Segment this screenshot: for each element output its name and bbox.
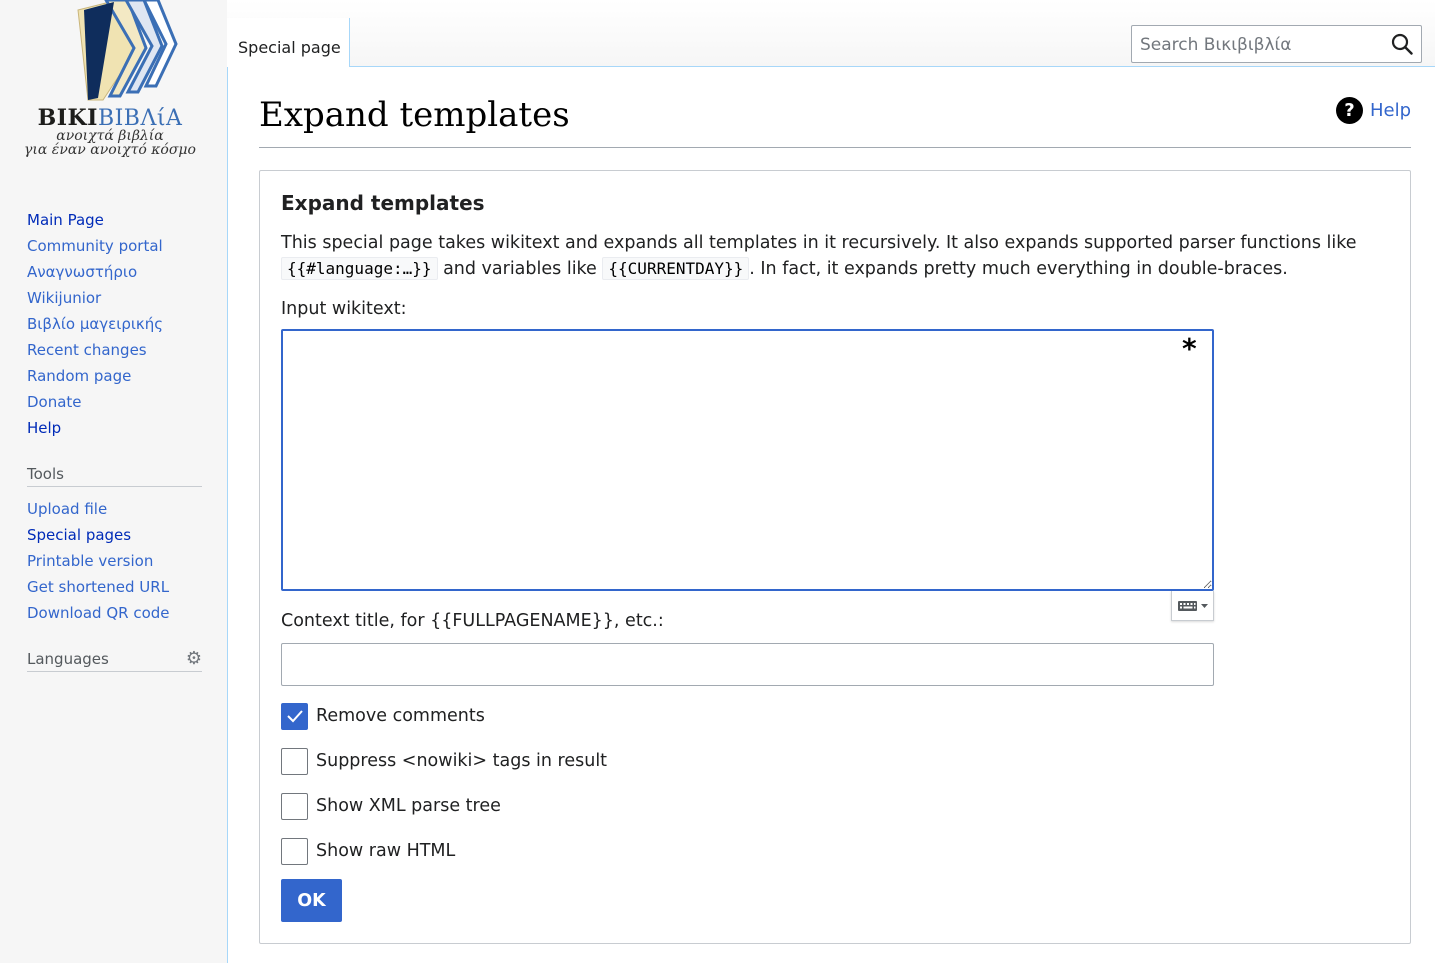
- tab-special-page[interactable]: Special page: [227, 18, 350, 67]
- tools-item-upload-file[interactable]: Upload file: [27, 496, 207, 522]
- search-input[interactable]: [1140, 32, 1380, 58]
- show-raw-html-option[interactable]: Show raw HTML: [281, 837, 455, 865]
- tools-link-special-pages[interactable]: Special pages: [27, 526, 131, 544]
- nav-item-donate[interactable]: Donate: [27, 389, 207, 415]
- tools-link-qr-code[interactable]: Download QR code: [27, 604, 170, 622]
- nav-item-help[interactable]: Help: [27, 415, 207, 441]
- show-raw-html-checkbox[interactable]: [281, 837, 308, 865]
- help-link[interactable]: ? Help: [1335, 95, 1411, 125]
- tools-link-upload-file[interactable]: Upload file: [27, 500, 107, 518]
- show-xml-checkbox[interactable]: [281, 792, 308, 820]
- nav-link-cookbook[interactable]: Βιβλίο μαγειρικής: [27, 315, 163, 333]
- expand-templates-form: Expand templates This special page takes…: [259, 170, 1411, 944]
- nav-item-wikijunior[interactable]: Wikijunior: [27, 285, 207, 311]
- nav-item-cookbook[interactable]: Βιβλίο μαγειρικής: [27, 311, 207, 337]
- input-method-button[interactable]: [1171, 591, 1214, 621]
- remove-comments-label: Remove comments: [316, 706, 485, 726]
- context-title-input[interactable]: [281, 643, 1214, 686]
- page-title: Expand templates: [259, 95, 570, 135]
- languages-heading-label: Languages: [27, 650, 109, 668]
- help-link-label: Help: [1369, 99, 1411, 121]
- remove-comments-option[interactable]: Remove comments: [281, 702, 485, 730]
- main-content: Expand templates ? Help Expand templates…: [227, 67, 1435, 963]
- tools-link-shortened-url[interactable]: Get shortened URL: [27, 578, 169, 596]
- intro-text: This special page takes wikitext and exp…: [281, 230, 1391, 282]
- main-navigation: Main Page Community portal Αναγνωστήριο …: [27, 207, 207, 441]
- intro-text-part: This special page takes wikitext and exp…: [281, 233, 1357, 253]
- nav-link-main-page[interactable]: Main Page: [27, 211, 104, 229]
- checkmark-icon: [286, 710, 303, 723]
- ok-button[interactable]: OK: [281, 879, 342, 922]
- tools-link-printable-version[interactable]: Printable version: [27, 552, 153, 570]
- tools-item-special-pages[interactable]: Special pages: [27, 522, 207, 548]
- title-divider: [259, 147, 1411, 148]
- tools-item-shortened-url[interactable]: Get shortened URL: [27, 574, 207, 600]
- required-marker: *: [1182, 332, 1197, 365]
- nav-link-help[interactable]: Help: [27, 419, 61, 437]
- nav-link-community-portal[interactable]: Community portal: [27, 237, 163, 255]
- input-wikitext-label: Input wikitext:: [281, 299, 407, 319]
- form-legend: Expand templates: [281, 191, 485, 215]
- suppress-nowiki-checkbox[interactable]: [281, 747, 308, 775]
- logo-tagline-2: για έναν ανοιχτό κόσμο: [24, 142, 196, 158]
- wikitext-textarea[interactable]: [281, 329, 1214, 591]
- book-logo-icon: [77, 0, 178, 101]
- site-logo[interactable]: ΒΙΚΙΒΙΒΛίΑ ανοιχτά βιβλία για έναν ανοιχ…: [22, 0, 202, 160]
- show-xml-label: Show XML parse tree: [316, 796, 501, 816]
- page-header: Special page: [227, 0, 1435, 67]
- intro-text-part: and variables like: [437, 259, 603, 279]
- tools-item-printable-version[interactable]: Printable version: [27, 548, 207, 574]
- gear-icon[interactable]: ⚙: [186, 648, 202, 669]
- remove-comments-checkbox[interactable]: [281, 702, 308, 730]
- suppress-nowiki-option[interactable]: Suppress <nowiki> tags in result: [281, 747, 607, 775]
- intro-text-part: . In fact, it expands pretty much everyt…: [749, 259, 1288, 279]
- nav-link-reading-room[interactable]: Αναγνωστήριο: [27, 263, 137, 281]
- help-icon: ?: [1335, 96, 1363, 124]
- nav-item-random-page[interactable]: Random page: [27, 363, 207, 389]
- show-xml-option[interactable]: Show XML parse tree: [281, 792, 501, 820]
- show-raw-html-label: Show raw HTML: [316, 841, 456, 861]
- language-code-sample: {{#language:…}}: [281, 257, 438, 280]
- nav-link-recent-changes[interactable]: Recent changes: [27, 341, 147, 359]
- tab-special-page-label: Special page: [238, 38, 341, 57]
- nav-link-wikijunior[interactable]: Wikijunior: [27, 289, 101, 307]
- tools-navigation: Upload file Special pages Printable vers…: [27, 496, 207, 626]
- nav-link-random-page[interactable]: Random page: [27, 367, 131, 385]
- search-box: [1131, 25, 1422, 63]
- nav-link-donate[interactable]: Donate: [27, 393, 82, 411]
- suppress-nowiki-label: Suppress <nowiki> tags in result: [316, 751, 608, 771]
- currentday-code-sample: {{CURRENTDAY}}: [602, 257, 750, 280]
- context-title-label: Context title, for {{FULLPAGENAME}}, etc…: [281, 611, 664, 631]
- nav-item-reading-room[interactable]: Αναγνωστήριο: [27, 259, 207, 285]
- search-icon[interactable]: [1391, 33, 1413, 55]
- languages-heading: Languages ⚙: [27, 648, 202, 672]
- tools-item-qr-code[interactable]: Download QR code: [27, 600, 207, 626]
- sidebar: ΒΙΚΙΒΙΒΛίΑ ανοιχτά βιβλία για έναν ανοιχ…: [0, 0, 227, 963]
- nav-item-recent-changes[interactable]: Recent changes: [27, 337, 207, 363]
- keyboard-icon: [1177, 600, 1208, 611]
- tools-heading: Tools: [27, 465, 202, 487]
- nav-item-main-page[interactable]: Main Page: [27, 207, 207, 233]
- nav-item-community-portal[interactable]: Community portal: [27, 233, 207, 259]
